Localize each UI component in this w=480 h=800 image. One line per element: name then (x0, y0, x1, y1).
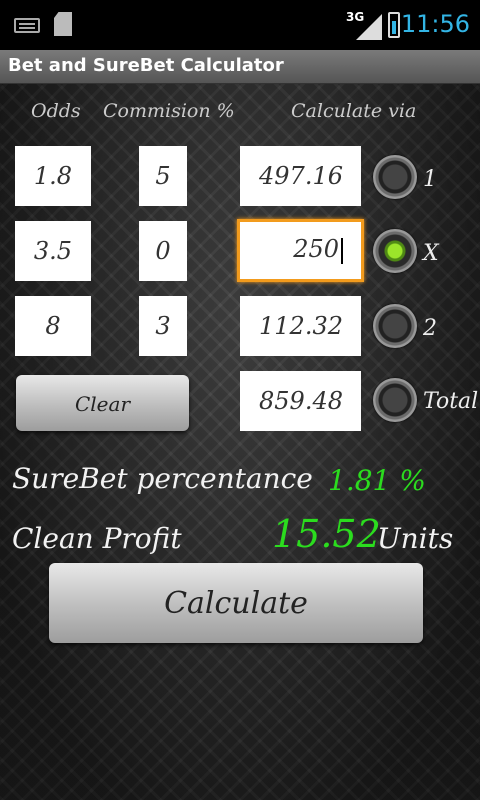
profit-value: 15.52 (272, 512, 381, 556)
radio-label-total: Total (423, 389, 479, 414)
radio-label-2: 2 (423, 316, 437, 341)
signal-icon (356, 14, 382, 40)
profit-label: Clean Profit (12, 522, 182, 555)
commission-input-3[interactable]: 3 (139, 296, 187, 356)
stake-input-1[interactable]: 497.16 (240, 146, 361, 206)
radio-label-x: X (423, 241, 439, 266)
calculate-button[interactable]: Calculate (49, 563, 423, 643)
stake-input-3[interactable]: 112.32 (240, 296, 361, 356)
total-stake-input[interactable]: 859.48 (240, 371, 361, 431)
text-cursor (341, 237, 343, 264)
app-title: Bet and SureBet Calculator (0, 50, 480, 84)
odds-input-2[interactable]: 3.5 (15, 221, 91, 281)
surebet-label: SureBet percentance (12, 462, 313, 495)
odds-input-1[interactable]: 1.8 (15, 146, 91, 206)
clock: 11:56 (400, 10, 470, 38)
stake-input-2[interactable]: 250 (237, 219, 364, 282)
radio-option-1[interactable] (373, 155, 417, 199)
keyboard-icon (14, 18, 40, 33)
sd-card-icon (54, 12, 72, 36)
radio-option-total[interactable] (373, 378, 417, 422)
commission-input-2[interactable]: 0 (139, 221, 187, 281)
status-bar: 3G 11:56 (0, 0, 480, 50)
odds-header: Odds (31, 100, 81, 122)
battery-icon (388, 12, 400, 38)
commission-input-1[interactable]: 5 (139, 146, 187, 206)
calculate-via-header: Calculate via (291, 100, 417, 122)
radio-option-2[interactable] (373, 304, 417, 348)
clear-button[interactable]: Clear (16, 375, 189, 431)
stake-input-2-value: 250 (293, 235, 339, 263)
surebet-value: 1.81 % (328, 464, 426, 497)
profit-unit: Units (377, 522, 454, 555)
odds-input-3[interactable]: 8 (15, 296, 91, 356)
radio-label-1: 1 (423, 167, 437, 192)
commission-header: Commision % (103, 100, 235, 122)
radio-option-x[interactable] (373, 229, 417, 273)
